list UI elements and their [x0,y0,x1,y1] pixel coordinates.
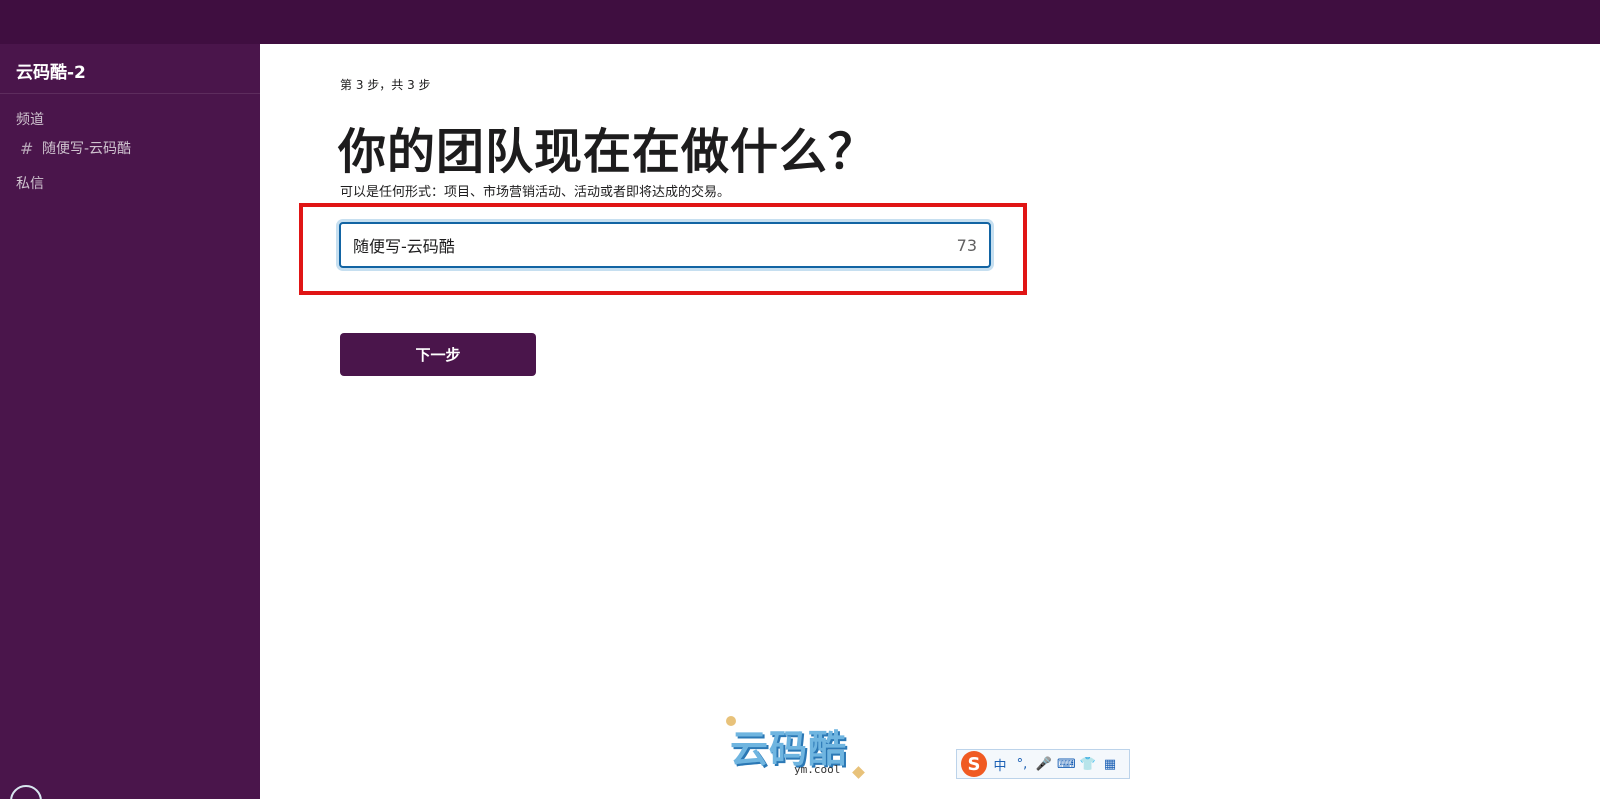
page-subtitle: 可以是任何形式：项目、市场营销活动、活动或者即将达成的交易。 [340,185,731,200]
sidebar-item-channel[interactable]: # 随便写-云码酷 [16,136,244,160]
channels-label[interactable]: 频道 [16,110,244,130]
avatar[interactable] [10,785,42,799]
page-title: 你的团队现在在做什么？ [338,124,878,180]
chinese-mode-icon[interactable]: 中 [991,755,1009,774]
channel-name: 随便写-云码酷 [42,141,132,157]
direct-messages-label[interactable]: 私信 [16,174,244,194]
ime-toolbar: S 中 °, 🎤 ⌨ 👕 ▦ [956,749,1130,779]
toolbox-icon[interactable]: ▦ [1101,757,1119,772]
workspace-header[interactable]: 云码酷-2 [0,44,260,94]
workspace-name[interactable]: 云码酷-2 [16,63,86,83]
punctuation-icon[interactable]: °, [1013,757,1031,772]
character-counter: 73 [956,235,977,255]
main-content: 第 3 步，共 3 步 你的团队现在在做什么？ 可以是任何形式：项目、市场营销活… [260,44,1600,799]
microphone-icon[interactable]: 🎤 [1035,757,1053,772]
keyboard-icon[interactable]: ⌨ [1057,757,1076,772]
sogou-logo-icon[interactable]: S [961,751,987,777]
sidebar: 云码酷-2 频道 # 随便写-云码酷 私信 [0,44,260,799]
hash-icon: # [20,138,34,158]
watermark-logo: 云码酷 ym.cool [726,714,880,784]
project-name-field[interactable]: 73 [339,222,991,268]
watermark-diamond [852,766,865,779]
project-name-input[interactable] [353,235,949,255]
top-bar [0,0,1600,44]
watermark-subtext: ym.cool [794,763,841,776]
next-step-button[interactable]: 下一步 [340,333,536,376]
step-indicator: 第 3 步，共 3 步 [340,78,431,92]
skin-icon[interactable]: 👕 [1079,757,1097,772]
sidebar-channels-section: 频道 # 随便写-云码酷 私信 [0,110,260,194]
